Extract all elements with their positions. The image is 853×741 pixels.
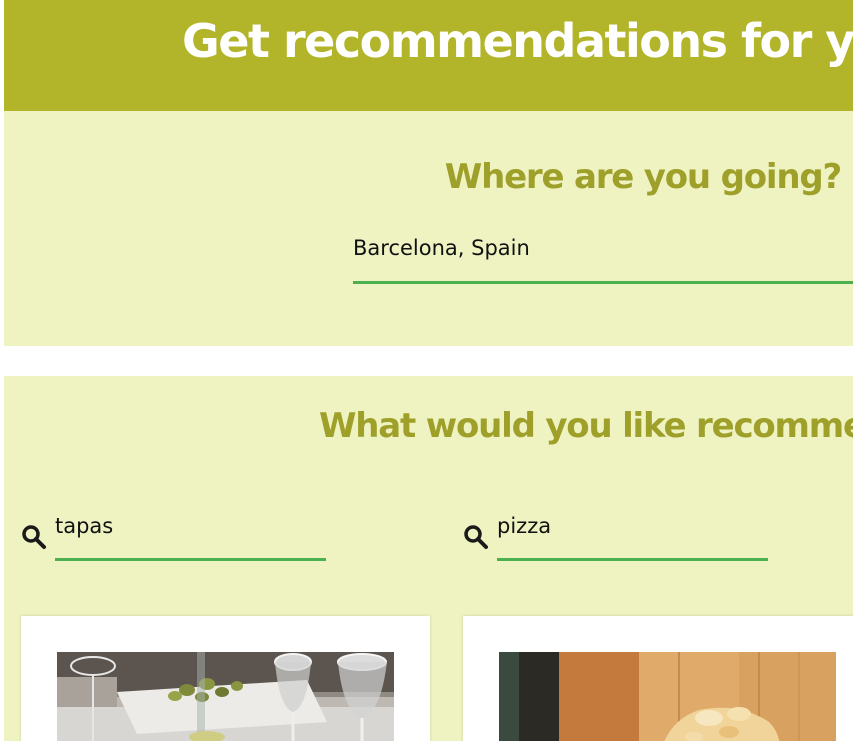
- header-banner: Get recommendations for you: [4, 0, 853, 111]
- search-column-1: [19, 508, 329, 562]
- search-input-tapas[interactable]: [55, 510, 326, 542]
- tapas-photo: [57, 652, 394, 741]
- section-gap: [0, 346, 853, 376]
- pizza-photo: [499, 652, 836, 741]
- search-icon: [21, 524, 47, 550]
- recommendations-section: What would you like recommenda: [4, 376, 853, 741]
- page-title: Get recommendations for you: [182, 14, 853, 68]
- search-field-1[interactable]: [55, 508, 326, 561]
- search-input-pizza[interactable]: [497, 510, 768, 542]
- search-column-2: [461, 508, 771, 562]
- destination-field[interactable]: [353, 231, 853, 284]
- recommendation-card-tapas[interactable]: [21, 616, 430, 741]
- search-icon: [463, 524, 489, 550]
- destination-input[interactable]: [353, 231, 853, 265]
- destination-section: Where are you going?: [4, 111, 853, 346]
- recommendations-heading: What would you like recommenda: [319, 406, 853, 446]
- destination-heading: Where are you going?: [444, 157, 842, 197]
- recommendation-card-pizza[interactable]: [463, 616, 853, 741]
- page: Get recommendations for you Where are yo…: [0, 0, 853, 741]
- search-field-2[interactable]: [497, 508, 768, 561]
